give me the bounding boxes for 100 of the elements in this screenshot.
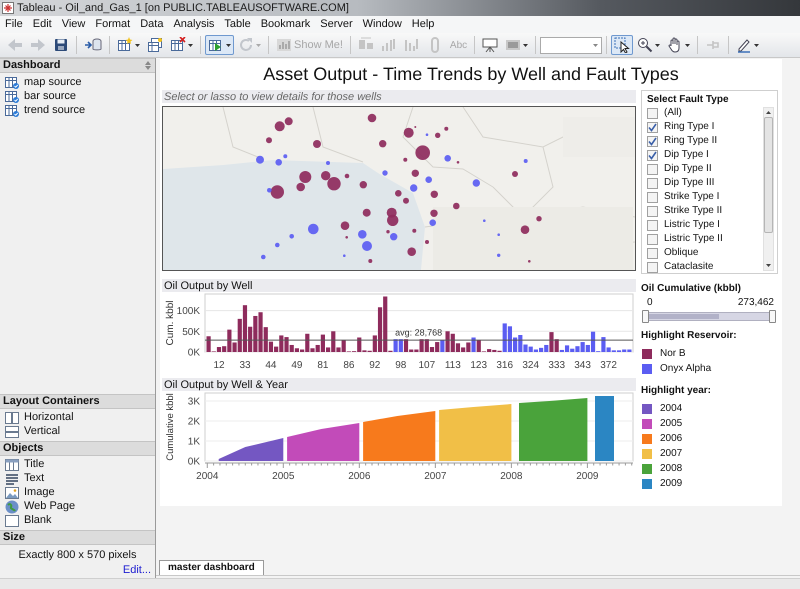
bar[interactable] xyxy=(326,347,330,352)
filter-option[interactable]: Dip Type III xyxy=(664,177,714,189)
filter-option[interactable]: Listric Type I xyxy=(664,219,720,231)
legend-swatch[interactable] xyxy=(642,404,652,414)
bar[interactable] xyxy=(539,348,544,352)
legend-swatch[interactable] xyxy=(642,418,652,428)
trend-area[interactable] xyxy=(519,398,588,461)
bar[interactable] xyxy=(310,348,315,352)
bar[interactable] xyxy=(445,331,450,352)
legend-label[interactable]: 2005 xyxy=(660,418,682,430)
menu-item[interactable]: View xyxy=(56,16,90,33)
sort-arrows-icon[interactable] xyxy=(145,61,151,70)
bar[interactable] xyxy=(414,350,418,352)
filter-option[interactable]: Strike Type II xyxy=(664,205,722,217)
bar[interactable] xyxy=(601,337,606,352)
legend-label[interactable]: Onyx Alpha xyxy=(660,362,712,374)
bar[interactable] xyxy=(336,347,341,352)
sidebar-item[interactable]: map source xyxy=(24,76,82,88)
bar[interactable] xyxy=(450,334,455,352)
bar[interactable] xyxy=(523,344,528,352)
filter-option[interactable]: Oblique xyxy=(664,247,698,259)
bar[interactable] xyxy=(560,350,564,352)
bar[interactable] xyxy=(440,340,444,352)
bar[interactable] xyxy=(513,338,518,352)
bar[interactable] xyxy=(242,305,248,352)
filter-option[interactable]: Ring Type II xyxy=(664,135,718,147)
bar[interactable] xyxy=(268,342,274,352)
new-sheet-icon[interactable] xyxy=(117,37,133,53)
caret-icon[interactable] xyxy=(685,44,690,46)
bar[interactable] xyxy=(284,337,289,352)
bar[interactable] xyxy=(487,349,492,352)
caret-icon[interactable] xyxy=(188,44,193,46)
checkbox[interactable] xyxy=(647,150,658,160)
edit-link[interactable]: Edit... xyxy=(122,564,151,576)
bar[interactable] xyxy=(378,307,382,352)
sidebar-item[interactable]: Horizontal xyxy=(24,411,74,424)
bar[interactable] xyxy=(274,346,278,352)
bar[interactable] xyxy=(279,335,284,352)
zoom-icon[interactable] xyxy=(637,37,654,53)
filter-option[interactable]: Cataclasite xyxy=(664,261,714,273)
bar[interactable] xyxy=(394,339,398,352)
checkbox[interactable] xyxy=(647,108,658,118)
clear-sheet-icon[interactable] xyxy=(170,37,186,53)
legend-label[interactable]: 2008 xyxy=(660,462,682,474)
bar[interactable] xyxy=(227,330,232,352)
bar[interactable] xyxy=(290,344,294,352)
caret-icon[interactable] xyxy=(754,44,760,46)
menu-item[interactable]: Bookmark xyxy=(256,16,316,33)
bar[interactable] xyxy=(342,340,346,352)
filter-option[interactable]: Listric Type II xyxy=(664,233,723,245)
bar[interactable] xyxy=(430,347,434,352)
bar[interactable] xyxy=(320,334,325,352)
bar[interactable] xyxy=(232,342,237,352)
bar[interactable] xyxy=(316,344,320,352)
sidebar-item[interactable]: trend source xyxy=(24,104,86,116)
slider-handle[interactable] xyxy=(642,310,649,323)
bar[interactable] xyxy=(258,312,263,352)
sidebar-item[interactable]: Image xyxy=(24,486,55,499)
legend-swatch[interactable] xyxy=(642,434,652,444)
scrollbar[interactable] xyxy=(763,107,774,271)
caret-icon[interactable] xyxy=(523,44,528,46)
range-slider-track[interactable] xyxy=(643,312,775,321)
bar[interactable] xyxy=(300,350,304,352)
bar[interactable] xyxy=(518,335,522,352)
legend-label[interactable]: 2009 xyxy=(660,478,682,490)
checkbox[interactable] xyxy=(647,262,658,272)
menu-item[interactable]: Analysis xyxy=(168,16,220,33)
menu-item[interactable]: Window xyxy=(358,16,407,33)
run-update-icon[interactable] xyxy=(208,37,224,53)
highlighter-icon[interactable] xyxy=(736,37,752,53)
bar[interactable] xyxy=(590,332,596,352)
bar[interactable] xyxy=(492,350,496,352)
sheet-tab[interactable]: master dashboard xyxy=(159,560,264,575)
sidebar-item[interactable]: Title xyxy=(24,458,44,471)
bar[interactable] xyxy=(305,334,310,352)
bar[interactable] xyxy=(372,335,377,352)
caret-icon[interactable] xyxy=(655,44,660,46)
filter-option[interactable]: (All) xyxy=(664,107,682,119)
menu-item[interactable]: Server xyxy=(315,16,358,33)
save-icon[interactable] xyxy=(53,37,69,53)
checkbox[interactable] xyxy=(647,122,658,132)
view-size-dropdown[interactable] xyxy=(540,36,602,54)
checkbox[interactable] xyxy=(647,192,658,202)
legend-label[interactable]: Nor B xyxy=(660,348,686,360)
menu-item[interactable]: Help xyxy=(406,16,440,33)
bar[interactable] xyxy=(575,346,580,352)
menu-item[interactable]: Data xyxy=(135,16,168,33)
bar[interactable] xyxy=(253,316,258,352)
bar[interactable] xyxy=(564,345,570,352)
filter-option[interactable]: Dip Type II xyxy=(664,163,712,175)
legend-swatch[interactable] xyxy=(642,364,652,374)
duplicate-sheet-icon[interactable] xyxy=(147,37,163,53)
bar[interactable] xyxy=(461,347,466,352)
bar[interactable] xyxy=(294,348,300,352)
bar[interactable] xyxy=(606,347,611,352)
scroll-down-icon[interactable] xyxy=(766,264,771,267)
bar[interactable] xyxy=(398,339,403,352)
caret-icon[interactable] xyxy=(226,44,231,46)
bar[interactable] xyxy=(508,326,512,352)
checkbox[interactable] xyxy=(647,136,658,146)
